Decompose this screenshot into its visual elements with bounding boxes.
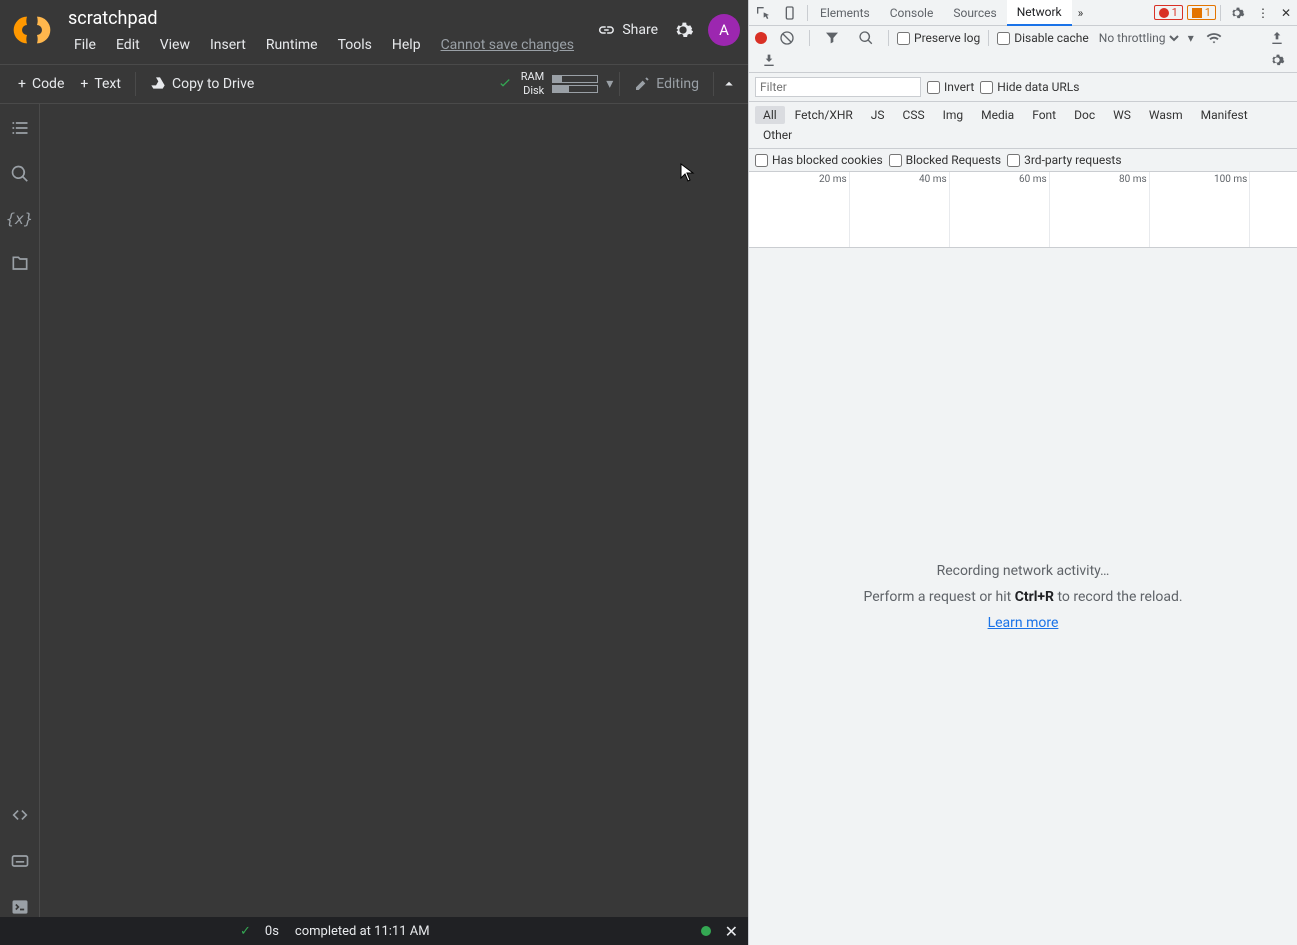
menu-view[interactable]: View xyxy=(152,33,198,57)
menu-runtime[interactable]: Runtime xyxy=(258,33,326,57)
gear-icon[interactable] xyxy=(1223,5,1251,21)
tab-network[interactable]: Network xyxy=(1007,0,1072,26)
record-button[interactable] xyxy=(755,32,767,44)
wifi-icon[interactable] xyxy=(1200,30,1228,46)
kebab-icon[interactable]: ⋮ xyxy=(1251,6,1275,20)
share-label: Share xyxy=(622,22,658,38)
ram-bar xyxy=(552,75,598,83)
menu-edit[interactable]: Edit xyxy=(108,33,148,57)
exec-time: 0s xyxy=(265,924,279,939)
tab-console[interactable]: Console xyxy=(880,1,944,25)
empty-state: Recording network activity… Perform a re… xyxy=(749,248,1297,945)
chip-media[interactable]: Media xyxy=(973,106,1022,124)
chip-img[interactable]: Img xyxy=(935,106,972,124)
chip-fetch[interactable]: Fetch/XHR xyxy=(787,106,861,124)
link-icon xyxy=(596,21,614,39)
terminal-icon[interactable] xyxy=(10,897,30,917)
disable-cache-checkbox[interactable]: Disable cache xyxy=(997,31,1089,45)
tick: 80 ms xyxy=(1119,174,1147,185)
inspect-icon[interactable] xyxy=(749,5,777,21)
tick: 20 ms xyxy=(819,174,847,185)
menu-help[interactable]: Help xyxy=(384,33,429,57)
menu-tools[interactable]: Tools xyxy=(330,33,380,57)
error-badge[interactable]: 1 xyxy=(1154,5,1183,20)
folder-icon[interactable] xyxy=(10,254,30,274)
check-icon xyxy=(497,76,513,92)
variables-icon[interactable]: {x} xyxy=(6,210,33,228)
empty-hint: Perform a request or hit Ctrl+R to recor… xyxy=(863,589,1182,605)
document-title[interactable]: scratchpad xyxy=(66,6,596,33)
menu-insert[interactable]: Insert xyxy=(202,33,254,57)
download-icon[interactable] xyxy=(755,52,783,68)
chip-doc[interactable]: Doc xyxy=(1066,106,1103,124)
third-party-checkbox[interactable]: 3rd-party requests xyxy=(1007,153,1121,167)
chevron-up-icon[interactable] xyxy=(720,75,738,93)
waterfall-timeline[interactable]: 20 ms 40 ms 60 ms 80 ms 100 ms xyxy=(749,172,1297,248)
copy-to-drive-button[interactable]: Copy to Drive xyxy=(142,72,262,96)
learn-more-link[interactable]: Learn more xyxy=(988,615,1059,631)
code-snippets-icon[interactable] xyxy=(10,805,30,825)
empty-title: Recording network activity… xyxy=(937,563,1110,579)
drive-icon xyxy=(150,76,166,92)
tick: 60 ms xyxy=(1019,174,1047,185)
avatar[interactable]: A xyxy=(708,14,740,46)
chip-other[interactable]: Other xyxy=(755,126,800,144)
chip-js[interactable]: JS xyxy=(863,106,893,124)
editing-mode[interactable]: Editing xyxy=(626,72,707,96)
check-icon: ✓ xyxy=(240,924,251,939)
filter-input[interactable] xyxy=(755,77,921,97)
gear-icon[interactable] xyxy=(672,19,694,41)
pencil-icon xyxy=(634,76,650,92)
colab-logo[interactable] xyxy=(12,10,52,50)
filter-icon[interactable] xyxy=(818,30,846,46)
resource-labels: RAMDisk xyxy=(521,70,545,99)
toc-icon[interactable] xyxy=(10,118,30,138)
cannot-save-notice[interactable]: Cannot save changes xyxy=(433,33,582,57)
chip-font[interactable]: Font xyxy=(1024,106,1064,124)
close-icon[interactable]: ✕ xyxy=(725,922,738,941)
type-filter-chips: All Fetch/XHR JS CSS Img Media Font Doc … xyxy=(749,102,1297,149)
status-dot[interactable] xyxy=(701,926,711,936)
warning-badge[interactable]: 1 xyxy=(1187,5,1216,20)
clear-icon[interactable] xyxy=(773,30,801,46)
more-tabs-icon[interactable]: » xyxy=(1072,6,1090,20)
tick: 40 ms xyxy=(919,174,947,185)
throttling-select[interactable]: No throttling xyxy=(1095,30,1182,46)
chip-all[interactable]: All xyxy=(755,106,785,124)
menu-file[interactable]: File xyxy=(66,33,104,57)
device-icon[interactable] xyxy=(777,5,805,21)
invert-checkbox[interactable]: Invert xyxy=(927,80,974,94)
resource-dropdown[interactable]: ▾ xyxy=(606,76,613,92)
close-icon[interactable]: ✕ xyxy=(1275,6,1297,20)
notebook-canvas[interactable] xyxy=(40,104,748,917)
menu-bar: File Edit View Insert Runtime Tools Help… xyxy=(66,33,596,57)
tick: 100 ms xyxy=(1214,174,1247,185)
chip-css[interactable]: CSS xyxy=(895,106,933,124)
add-text-button[interactable]: +Text xyxy=(72,72,129,96)
preserve-log-checkbox[interactable]: Preserve log xyxy=(897,31,980,45)
upload-icon[interactable] xyxy=(1263,30,1291,46)
chip-wasm[interactable]: Wasm xyxy=(1141,106,1191,124)
chip-ws[interactable]: WS xyxy=(1105,106,1139,124)
tab-elements[interactable]: Elements xyxy=(810,1,880,25)
status-message: completed at 11:11 AM xyxy=(295,924,430,939)
hide-data-urls-checkbox[interactable]: Hide data URLs xyxy=(980,80,1079,94)
chip-manifest[interactable]: Manifest xyxy=(1193,106,1256,124)
status-bar: ✓ 0s completed at 11:11 AM ✕ xyxy=(0,917,748,945)
search-icon[interactable] xyxy=(852,30,880,46)
blocked-cookies-checkbox[interactable]: Has blocked cookies xyxy=(755,153,883,167)
blocked-requests-checkbox[interactable]: Blocked Requests xyxy=(889,153,1001,167)
tab-sources[interactable]: Sources xyxy=(943,1,1006,25)
resource-bars[interactable] xyxy=(552,75,598,93)
add-code-button[interactable]: +Code xyxy=(10,72,72,96)
share-button[interactable]: Share xyxy=(596,21,658,39)
search-icon[interactable] xyxy=(10,164,30,184)
throttle-caret[interactable]: ▾ xyxy=(1188,31,1194,45)
gear-icon[interactable] xyxy=(1263,52,1291,68)
disk-bar xyxy=(552,85,598,93)
command-palette-icon[interactable] xyxy=(10,851,30,871)
